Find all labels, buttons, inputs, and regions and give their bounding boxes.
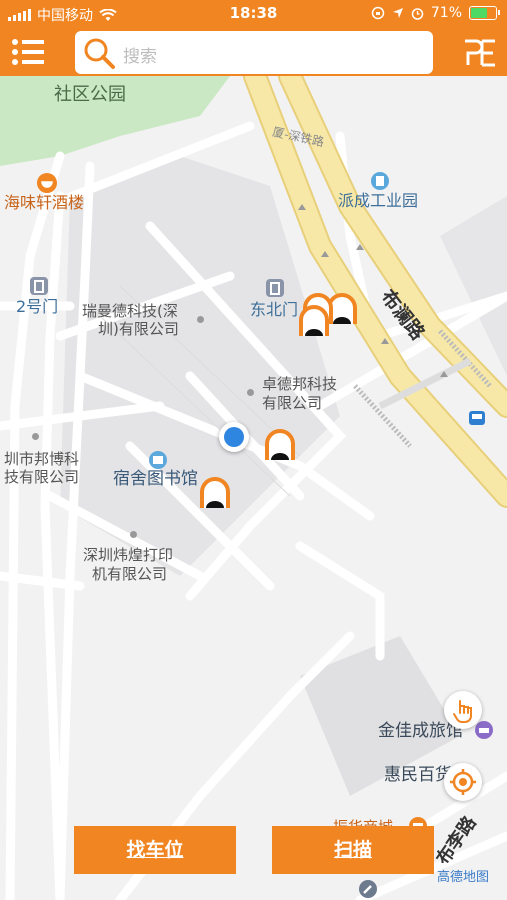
map-label-company2-line1: 卓德邦科技 (262, 375, 338, 393)
search-placeholder[interactable]: 搜索 (123, 42, 157, 67)
map-label-company4-line1: 深圳炜煌打印 (83, 546, 174, 564)
parking-marker[interactable] (264, 426, 296, 462)
lock-rotation-icon (371, 6, 385, 20)
gesture-button[interactable] (444, 691, 482, 729)
poi-dot (130, 531, 137, 538)
map-label-company4-line2: 机有限公司 (92, 565, 168, 583)
map-label-company1-line1: 瑞曼德科技(深 (82, 302, 178, 320)
poi-dot (32, 433, 39, 440)
building-icon (371, 172, 389, 190)
pe-logo-icon[interactable] (462, 38, 498, 68)
search-icon (84, 38, 115, 69)
hand-pointer-icon (453, 700, 472, 723)
current-location-dot (219, 422, 249, 452)
battery-fill (471, 8, 487, 18)
restaurant-icon (37, 173, 57, 193)
map-label-company1-line2: 圳)有限公司 (98, 320, 179, 338)
poi-dot (197, 316, 204, 323)
find-parking-button[interactable]: 找车位 (74, 826, 236, 874)
battery-percent: 71% (430, 5, 462, 21)
map-label-library: 宿舍图书馆 (113, 469, 198, 489)
app-bar: 搜索 (0, 28, 507, 76)
map-label-company3-line2: 技有限公司 (4, 468, 80, 486)
parking-marker[interactable] (199, 474, 231, 510)
map-attribution: 高德地图 (437, 870, 490, 885)
parking-marker[interactable] (298, 302, 330, 338)
map-label-northeast-gate: 东北门 (250, 300, 299, 319)
battery-icon (469, 6, 500, 20)
status-bar: 中国移动 18:38 71% (0, 0, 507, 28)
menu-icon[interactable] (12, 38, 46, 66)
book-icon (149, 451, 167, 469)
gate-icon (30, 277, 48, 295)
map-label-gate2: 2号门 (16, 297, 59, 316)
crosshair-icon (450, 769, 476, 795)
map-label-industrial-park: 派成工业园 (338, 191, 419, 210)
location-arrow-icon (392, 8, 403, 18)
map-label-park: 社区公园 (54, 84, 126, 105)
alarm-icon (411, 7, 424, 20)
status-right: 71% (371, 5, 500, 21)
map-label-company2-line2: 有限公司 (262, 394, 323, 412)
map-label-restaurant: 海味轩酒楼 (4, 193, 85, 212)
search-box[interactable]: 搜索 (75, 31, 433, 74)
locate-button[interactable] (444, 763, 482, 801)
scan-button[interactable]: 扫描 (272, 826, 434, 874)
map-view[interactable]: 社区公园 海味轩酒楼 厦-深铁路 派成工业园 2号门 东北门 瑞曼德科技(深 圳… (0, 76, 507, 900)
map-label-store: 惠民百货 (384, 765, 452, 785)
bus-stop-icon (469, 411, 485, 425)
poi-dot (247, 389, 254, 396)
map-label-company3-line1: 圳市邦博科 (4, 450, 80, 468)
wrench-icon (359, 880, 377, 898)
gate-icon (266, 279, 284, 297)
